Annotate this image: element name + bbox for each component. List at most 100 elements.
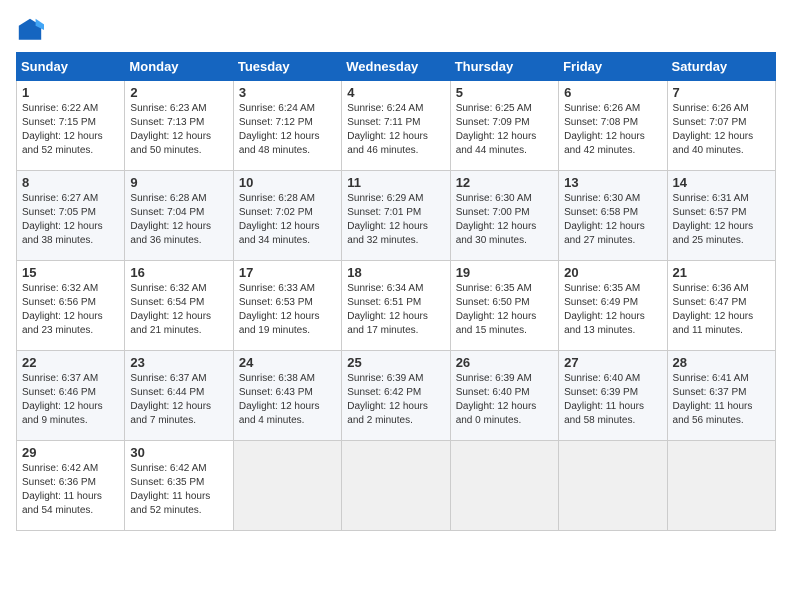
day-info: Sunrise: 6:38 AM Sunset: 6:43 PM Dayligh… (239, 372, 336, 428)
day-info: Sunrise: 6:24 AM Sunset: 7:11 PM Dayligh… (347, 102, 444, 158)
calendar-cell: 25 Sunrise: 6:39 AM Sunset: 6:42 PM Dayl… (342, 351, 450, 441)
calendar-week-5: 29 Sunrise: 6:42 AM Sunset: 6:36 PM Dayl… (17, 441, 776, 531)
day-info: Sunrise: 6:24 AM Sunset: 7:12 PM Dayligh… (239, 102, 336, 158)
header-day-thursday: Thursday (450, 53, 558, 81)
header-day-monday: Monday (125, 53, 233, 81)
calendar-cell: 5 Sunrise: 6:25 AM Sunset: 7:09 PM Dayli… (450, 81, 558, 171)
day-number: 9 (130, 175, 227, 190)
day-number: 30 (130, 445, 227, 460)
day-info: Sunrise: 6:39 AM Sunset: 6:40 PM Dayligh… (456, 372, 553, 428)
day-number: 28 (673, 355, 770, 370)
calendar-cell: 20 Sunrise: 6:35 AM Sunset: 6:49 PM Dayl… (559, 261, 667, 351)
day-info: Sunrise: 6:29 AM Sunset: 7:01 PM Dayligh… (347, 192, 444, 248)
day-number: 27 (564, 355, 661, 370)
header-day-sunday: Sunday (17, 53, 125, 81)
calendar-cell: 16 Sunrise: 6:32 AM Sunset: 6:54 PM Dayl… (125, 261, 233, 351)
day-info: Sunrise: 6:26 AM Sunset: 7:08 PM Dayligh… (564, 102, 661, 158)
day-number: 12 (456, 175, 553, 190)
day-info: Sunrise: 6:32 AM Sunset: 6:54 PM Dayligh… (130, 282, 227, 338)
day-info: Sunrise: 6:31 AM Sunset: 6:57 PM Dayligh… (673, 192, 770, 248)
calendar-cell: 9 Sunrise: 6:28 AM Sunset: 7:04 PM Dayli… (125, 171, 233, 261)
day-number: 26 (456, 355, 553, 370)
calendar-cell: 4 Sunrise: 6:24 AM Sunset: 7:11 PM Dayli… (342, 81, 450, 171)
calendar-table: SundayMondayTuesdayWednesdayThursdayFrid… (16, 52, 776, 531)
day-number: 7 (673, 85, 770, 100)
calendar-header: SundayMondayTuesdayWednesdayThursdayFrid… (17, 53, 776, 81)
calendar-cell: 27 Sunrise: 6:40 AM Sunset: 6:39 PM Dayl… (559, 351, 667, 441)
day-info: Sunrise: 6:30 AM Sunset: 7:00 PM Dayligh… (456, 192, 553, 248)
day-number: 24 (239, 355, 336, 370)
calendar-cell: 14 Sunrise: 6:31 AM Sunset: 6:57 PM Dayl… (667, 171, 775, 261)
calendar-cell (450, 441, 558, 531)
calendar-cell: 12 Sunrise: 6:30 AM Sunset: 7:00 PM Dayl… (450, 171, 558, 261)
day-info: Sunrise: 6:37 AM Sunset: 6:46 PM Dayligh… (22, 372, 119, 428)
header-row: SundayMondayTuesdayWednesdayThursdayFrid… (17, 53, 776, 81)
calendar-week-1: 1 Sunrise: 6:22 AM Sunset: 7:15 PM Dayli… (17, 81, 776, 171)
day-number: 10 (239, 175, 336, 190)
day-number: 15 (22, 265, 119, 280)
calendar-cell: 28 Sunrise: 6:41 AM Sunset: 6:37 PM Dayl… (667, 351, 775, 441)
header-day-saturday: Saturday (667, 53, 775, 81)
day-number: 20 (564, 265, 661, 280)
calendar-cell: 11 Sunrise: 6:29 AM Sunset: 7:01 PM Dayl… (342, 171, 450, 261)
calendar-week-3: 15 Sunrise: 6:32 AM Sunset: 6:56 PM Dayl… (17, 261, 776, 351)
calendar-cell: 7 Sunrise: 6:26 AM Sunset: 7:07 PM Dayli… (667, 81, 775, 171)
calendar-cell (342, 441, 450, 531)
calendar-cell: 21 Sunrise: 6:36 AM Sunset: 6:47 PM Dayl… (667, 261, 775, 351)
header-day-tuesday: Tuesday (233, 53, 341, 81)
day-info: Sunrise: 6:35 AM Sunset: 6:49 PM Dayligh… (564, 282, 661, 338)
calendar-week-4: 22 Sunrise: 6:37 AM Sunset: 6:46 PM Dayl… (17, 351, 776, 441)
calendar-week-2: 8 Sunrise: 6:27 AM Sunset: 7:05 PM Dayli… (17, 171, 776, 261)
day-number: 18 (347, 265, 444, 280)
day-info: Sunrise: 6:23 AM Sunset: 7:13 PM Dayligh… (130, 102, 227, 158)
day-info: Sunrise: 6:27 AM Sunset: 7:05 PM Dayligh… (22, 192, 119, 248)
day-number: 23 (130, 355, 227, 370)
day-info: Sunrise: 6:37 AM Sunset: 6:44 PM Dayligh… (130, 372, 227, 428)
logo (16, 16, 48, 44)
calendar-cell: 24 Sunrise: 6:38 AM Sunset: 6:43 PM Dayl… (233, 351, 341, 441)
day-info: Sunrise: 6:41 AM Sunset: 6:37 PM Dayligh… (673, 372, 770, 428)
day-info: Sunrise: 6:39 AM Sunset: 6:42 PM Dayligh… (347, 372, 444, 428)
day-info: Sunrise: 6:28 AM Sunset: 7:02 PM Dayligh… (239, 192, 336, 248)
calendar-cell: 10 Sunrise: 6:28 AM Sunset: 7:02 PM Dayl… (233, 171, 341, 261)
day-number: 2 (130, 85, 227, 100)
calendar-cell: 29 Sunrise: 6:42 AM Sunset: 6:36 PM Dayl… (17, 441, 125, 531)
day-number: 21 (673, 265, 770, 280)
day-number: 1 (22, 85, 119, 100)
day-number: 6 (564, 85, 661, 100)
calendar-cell (667, 441, 775, 531)
day-info: Sunrise: 6:30 AM Sunset: 6:58 PM Dayligh… (564, 192, 661, 248)
calendar-cell: 19 Sunrise: 6:35 AM Sunset: 6:50 PM Dayl… (450, 261, 558, 351)
day-number: 4 (347, 85, 444, 100)
calendar-cell: 6 Sunrise: 6:26 AM Sunset: 7:08 PM Dayli… (559, 81, 667, 171)
day-number: 22 (22, 355, 119, 370)
day-info: Sunrise: 6:25 AM Sunset: 7:09 PM Dayligh… (456, 102, 553, 158)
day-info: Sunrise: 6:36 AM Sunset: 6:47 PM Dayligh… (673, 282, 770, 338)
day-number: 17 (239, 265, 336, 280)
day-number: 3 (239, 85, 336, 100)
day-number: 16 (130, 265, 227, 280)
calendar-cell: 17 Sunrise: 6:33 AM Sunset: 6:53 PM Dayl… (233, 261, 341, 351)
calendar-cell (233, 441, 341, 531)
day-info: Sunrise: 6:33 AM Sunset: 6:53 PM Dayligh… (239, 282, 336, 338)
logo-icon (16, 16, 44, 44)
day-info: Sunrise: 6:40 AM Sunset: 6:39 PM Dayligh… (564, 372, 661, 428)
calendar-cell: 1 Sunrise: 6:22 AM Sunset: 7:15 PM Dayli… (17, 81, 125, 171)
day-info: Sunrise: 6:22 AM Sunset: 7:15 PM Dayligh… (22, 102, 119, 158)
header-day-wednesday: Wednesday (342, 53, 450, 81)
day-number: 19 (456, 265, 553, 280)
day-number: 25 (347, 355, 444, 370)
day-info: Sunrise: 6:42 AM Sunset: 6:36 PM Dayligh… (22, 462, 119, 518)
page-header (16, 16, 776, 44)
day-info: Sunrise: 6:34 AM Sunset: 6:51 PM Dayligh… (347, 282, 444, 338)
day-info: Sunrise: 6:26 AM Sunset: 7:07 PM Dayligh… (673, 102, 770, 158)
day-number: 8 (22, 175, 119, 190)
calendar-cell: 8 Sunrise: 6:27 AM Sunset: 7:05 PM Dayli… (17, 171, 125, 261)
calendar-cell (559, 441, 667, 531)
day-info: Sunrise: 6:28 AM Sunset: 7:04 PM Dayligh… (130, 192, 227, 248)
day-info: Sunrise: 6:32 AM Sunset: 6:56 PM Dayligh… (22, 282, 119, 338)
calendar-cell: 15 Sunrise: 6:32 AM Sunset: 6:56 PM Dayl… (17, 261, 125, 351)
day-number: 29 (22, 445, 119, 460)
header-day-friday: Friday (559, 53, 667, 81)
calendar-cell: 23 Sunrise: 6:37 AM Sunset: 6:44 PM Dayl… (125, 351, 233, 441)
